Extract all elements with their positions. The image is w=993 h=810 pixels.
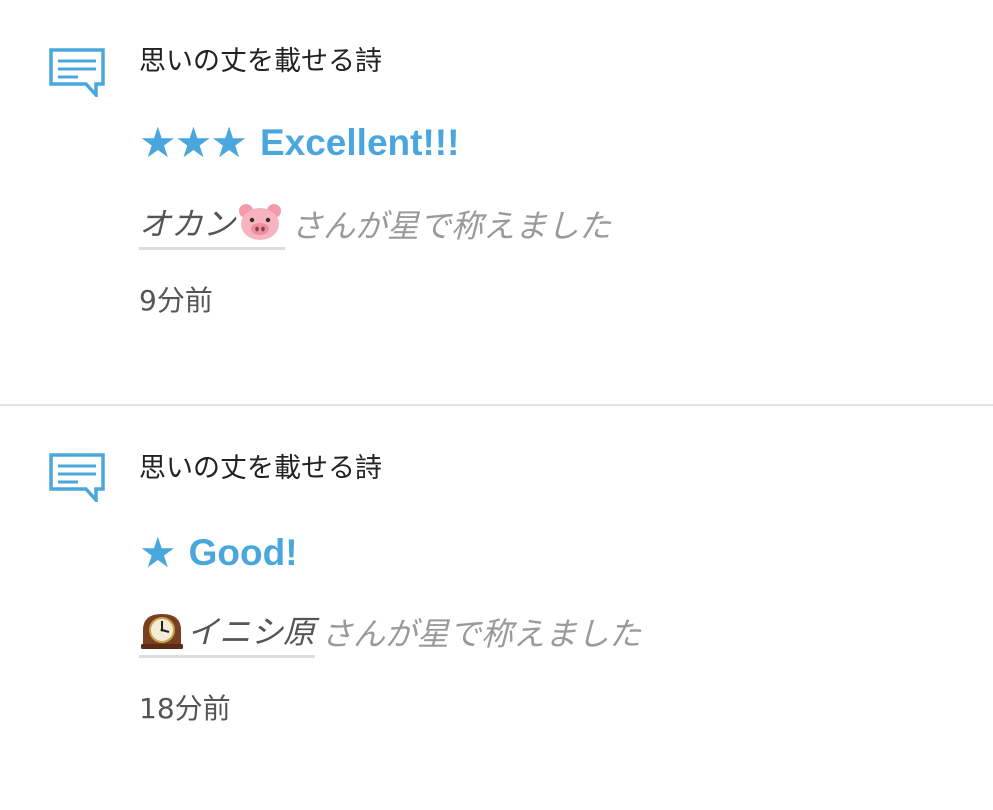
actor-line: オカン さんが星で称えました: [139, 198, 611, 250]
star-icons: ★: [139, 528, 177, 577]
actor-name: オカン: [139, 204, 236, 243]
comment-icon: [49, 48, 105, 97]
actor-link[interactable]: イニシ原: [139, 607, 316, 658]
mantelpiece-clock-icon: [141, 613, 183, 649]
notification-item[interactable]: 思いの丈を載せる詩 ★ Good! イニシ原 さんが星で称えました 18分前: [0, 406, 993, 810]
post-title[interactable]: 思いの丈を載せる詩: [139, 452, 382, 486]
timestamp: 18分前: [139, 692, 231, 725]
actor-line: イニシ原 さんが星で称えました: [139, 606, 641, 658]
star-rating: ★★★ Excellent!!!: [139, 120, 459, 166]
post-title[interactable]: 思いの丈を載せる詩: [139, 45, 382, 79]
star-icons: ★★★: [139, 118, 248, 167]
action-text: さんが星で称えました: [291, 207, 612, 245]
timestamp: 9分前: [139, 284, 213, 317]
actor-link[interactable]: オカン: [139, 199, 286, 250]
notification-item[interactable]: 思いの丈を載せる詩 ★★★ Excellent!!! オカン さんが星で称えまし…: [0, 0, 993, 404]
rating-label: Excellent!!!: [259, 122, 460, 163]
action-text: さんが星で称えました: [321, 615, 642, 653]
star-rating: ★ Good!: [139, 530, 298, 576]
pig-face-icon: [239, 203, 282, 240]
actor-name: イニシ原: [187, 612, 316, 651]
comment-icon: [49, 453, 105, 502]
rating-label: Good!: [188, 532, 298, 573]
